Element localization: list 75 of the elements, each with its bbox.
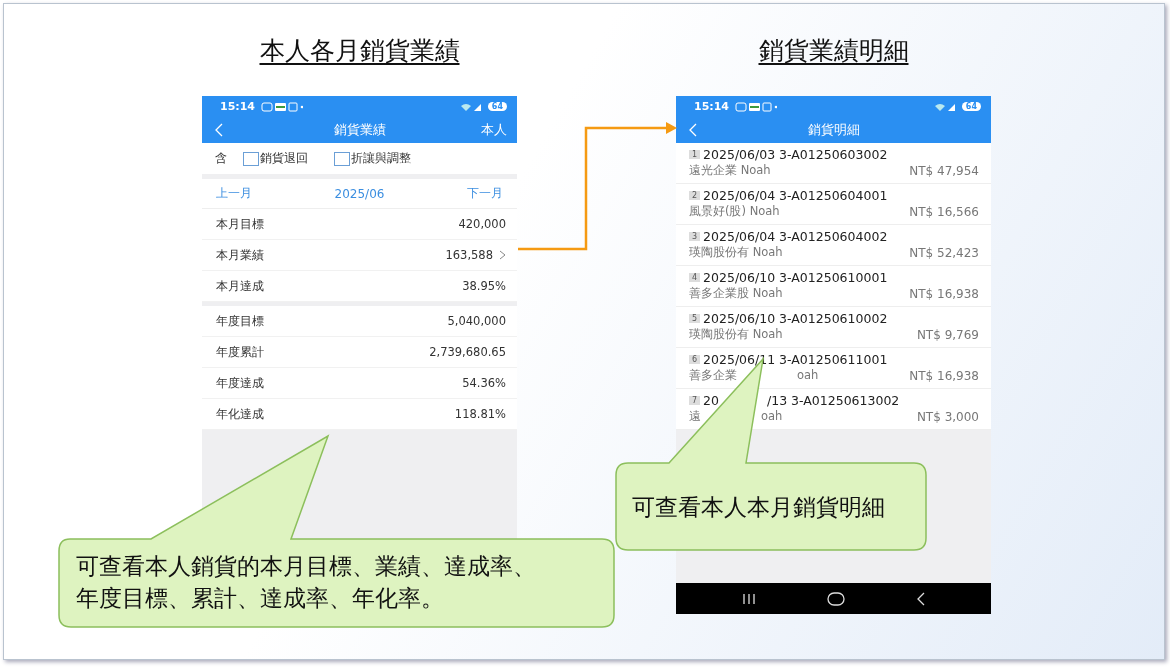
- sale-list-item[interactable]: 1 2025/06/03 3-A01250603002 遠光企業 Noah NT$ 47,954: [676, 143, 991, 184]
- slide-title: 本人各月銷貨業績: [259, 35, 460, 67]
- index-badge: 6: [689, 355, 701, 364]
- signal-icon: [933, 101, 956, 112]
- row-label: 年度累計: [216, 344, 264, 360]
- row-label: 本月目標: [216, 216, 264, 232]
- amount: NT$ 47,954: [909, 163, 979, 178]
- row-value: 118.81%: [454, 407, 506, 421]
- month-label: 2025/06: [334, 186, 385, 201]
- row-label: 年度目標: [216, 313, 264, 329]
- row-label: 年度達成: [216, 375, 264, 391]
- sale-list-item[interactable]: 5 2025/06/10 3-A01250610002 瑛陶股份有 Noah NT$ 9,769: [676, 307, 991, 348]
- order-line: 2025/06/10 3-A01250610001: [703, 270, 888, 285]
- chevron-icon[interactable]: [499, 250, 506, 260]
- customer-name: 瑛陶股份有 Noah: [689, 245, 783, 260]
- notification-icons: [261, 101, 303, 112]
- customer-name: 善多企業 oah: [689, 368, 819, 383]
- previous-month-button[interactable]: 上一月: [216, 185, 252, 202]
- home-icon[interactable]: [826, 591, 845, 606]
- filter-label: 含: [215, 151, 227, 166]
- slide-title: 銷貨業績明細: [758, 35, 909, 67]
- row-value: 420,000: [458, 217, 506, 231]
- order-line: 20 /13 3-A01250613002: [703, 393, 900, 408]
- amount: NT$ 9,769: [916, 327, 979, 342]
- row-value: 54.36%: [462, 376, 506, 390]
- amount: NT$ 16,938: [909, 368, 979, 383]
- customer-name: 瑛陶股份有 Noah: [689, 327, 783, 342]
- customer-name: 遠 oah: [689, 409, 783, 424]
- notification-icons: [735, 101, 777, 112]
- sale-list-item[interactable]: 3 2025/06/04 3-A01250604002 瑛陶股份有 Noah NT$ 52,423: [676, 225, 991, 266]
- order-line: 2025/06/04 3-A01250604002: [703, 229, 888, 244]
- checkbox-label: 銷貨退回: [260, 151, 308, 166]
- checkbox[interactable]: [334, 151, 350, 166]
- order-line: 2025/06/11 3-A01250611001: [703, 352, 888, 367]
- index-badge: 5: [689, 314, 701, 323]
- index-badge: 1: [689, 150, 701, 159]
- sale-list-item[interactable]: 6 2025/06/11 3-A01250611001 善多企業 oah NT$ 16,938: [676, 348, 991, 389]
- index-badge: 2: [689, 191, 701, 200]
- status-time: 15:14: [220, 100, 255, 113]
- index-badge: 3: [689, 232, 701, 241]
- row-label: 年化達成: [216, 406, 264, 422]
- screen-title: 銷貨業績: [333, 121, 386, 139]
- callout-text: 可查看本人銷貨的本月目標、業績、達成率、 年度目標、累計、達成率、年化率。: [76, 552, 536, 613]
- customer-name: 善多企業股 Noah: [689, 286, 783, 301]
- battery-icon: 64: [487, 102, 507, 111]
- callout-text: 可查看本人本月銷貨明細: [632, 493, 885, 522]
- sale-list-item[interactable]: 4 2025/06/10 3-A01250610001 善多企業股 Noah NT$ 16,938: [676, 266, 991, 307]
- recent-apps-icon[interactable]: [741, 592, 756, 605]
- index-badge: 4: [689, 273, 701, 282]
- summary-row[interactable]: 本月業績 163,588: [202, 240, 517, 271]
- checkbox[interactable]: [243, 151, 259, 166]
- row-value: 38.95%: [462, 279, 506, 293]
- index-badge: 7: [689, 396, 701, 405]
- back-icon[interactable]: [915, 591, 926, 606]
- customer-name: 風景好(股) Noah: [689, 204, 780, 219]
- row-value: 2,739,680.65: [429, 345, 506, 359]
- order-line: 2025/06/03 3-A01250603002: [703, 147, 888, 162]
- amount: NT$ 3,000: [916, 409, 979, 424]
- signal-icon: [459, 101, 482, 112]
- amount: NT$ 16,566: [909, 204, 979, 219]
- order-line: 2025/06/04 3-A01250604001: [703, 188, 888, 203]
- sale-list-item[interactable]: 2 2025/06/04 3-A01250604001 風景好(股) Noah NT$ 16,566: [676, 184, 991, 225]
- checkbox-label: 折讓與調整: [351, 151, 411, 166]
- row-value: 163,588: [445, 248, 493, 262]
- order-line: 2025/06/10 3-A01250610002: [703, 311, 888, 326]
- status-time: 15:14: [694, 100, 729, 113]
- customer-name: 遠光企業 Noah: [689, 163, 771, 178]
- amount: NT$ 52,423: [909, 245, 979, 260]
- screen-title: 銷貨明細: [807, 121, 860, 139]
- row-value: 5,040,000: [447, 314, 506, 328]
- next-month-button[interactable]: 下一月: [467, 185, 503, 202]
- battery-icon: 64: [961, 102, 981, 111]
- row-label: 本月業績: [216, 247, 264, 263]
- row-label: 本月達成: [216, 278, 264, 294]
- amount: NT$ 16,938: [909, 286, 979, 301]
